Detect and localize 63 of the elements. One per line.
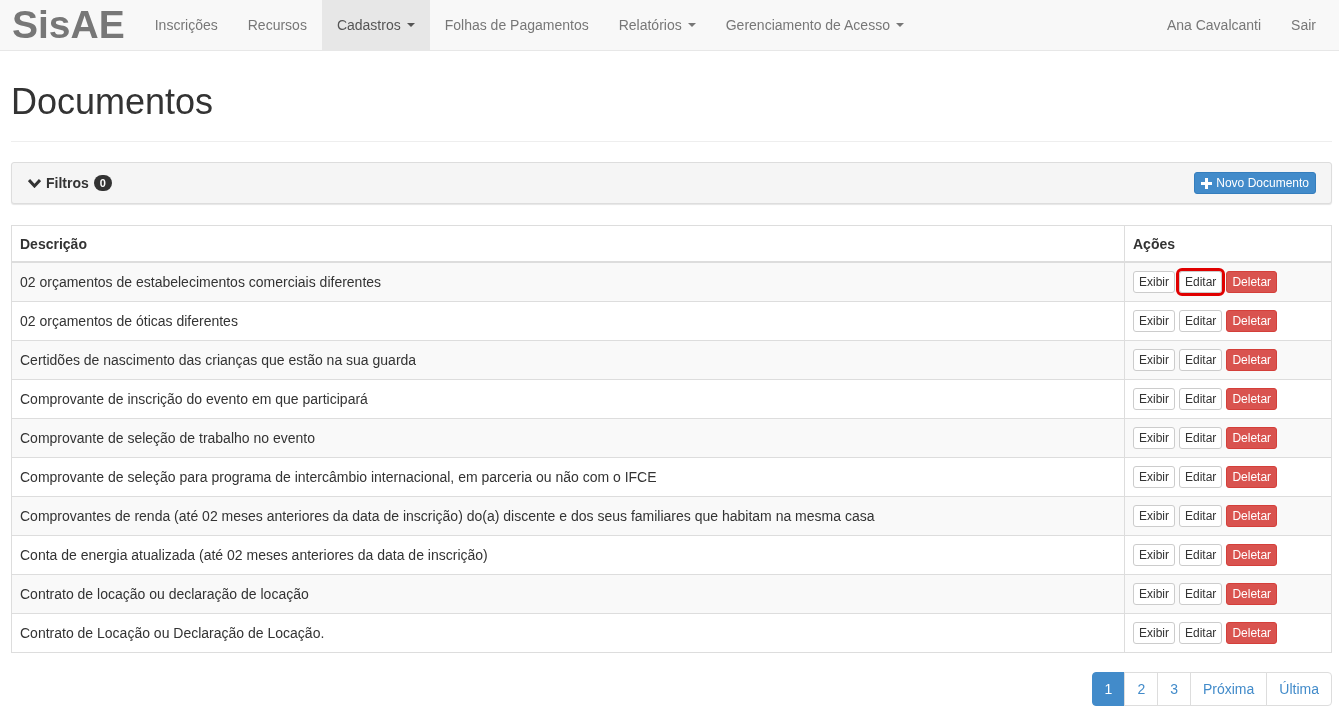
description-cell: Contrato de Locação ou Declaração de Locação. <box>11 613 1125 653</box>
page-title: Documentos <box>11 82 215 122</box>
delete-button[interactable]: Deletar <box>1226 388 1278 410</box>
action-button[interactable]: Editar <box>1179 505 1223 527</box>
description-cell: Contrato de locação ou declaração de locação <box>11 574 1125 614</box>
delete-button[interactable]: Deletar <box>1226 622 1278 644</box>
delete-button[interactable]: Deletar <box>1226 544 1278 566</box>
plus-icon <box>1201 177 1213 189</box>
chevron-icon <box>28 178 41 188</box>
nav-item[interactable]: Gerenciamento de Acesso <box>710 0 919 50</box>
description-cell: Certidões de nascimento das crianças que estão na sua guarda <box>11 340 1125 380</box>
nav-item[interactable]: Relatórios <box>603 0 711 50</box>
page-link[interactable]: Última <box>1266 672 1332 706</box>
page-link[interactable]: Próxima <box>1189 672 1268 706</box>
caret-icon <box>687 23 696 27</box>
nav-item[interactable]: Sair <box>1276 0 1331 50</box>
nav-item[interactable]: Folhas de Pagamentos <box>429 0 604 50</box>
description-cell: Comprovantes de renda (até 02 meses anteriores da data de inscrição) do(a) discente e dos seus familiares que habitam na mesma casa <box>11 496 1125 536</box>
description-cell: Conta de energia atualizada (até 02 meses anteriores da data de inscrição) <box>11 535 1125 575</box>
caret-icon <box>895 23 904 27</box>
delete-button[interactable]: Deletar <box>1226 310 1278 332</box>
action-button[interactable]: Exibir <box>1133 622 1175 644</box>
description-cell: 02 orçamentos de óticas diferentes <box>11 301 1125 341</box>
nav-item[interactable]: Inscrições <box>139 0 233 50</box>
action-button[interactable]: Editar <box>1179 271 1223 293</box>
nav-item[interactable]: Recursos <box>232 0 322 50</box>
action-button[interactable]: Exibir <box>1133 388 1175 410</box>
action-button[interactable]: Exibir <box>1133 271 1175 293</box>
action-button[interactable]: Exibir <box>1133 505 1175 527</box>
action-button[interactable]: Editar <box>1179 349 1223 371</box>
action-button[interactable]: Exibir <box>1133 349 1175 371</box>
count-badge: 0 <box>93 175 112 191</box>
action-button[interactable]: Exibir <box>1133 427 1175 449</box>
action-button[interactable]: Editar <box>1179 427 1223 449</box>
delete-button[interactable]: Deletar <box>1226 505 1278 527</box>
brand-logo[interactable]: SisAE <box>12 0 125 50</box>
action-button[interactable]: Editar <box>1179 388 1223 410</box>
action-button[interactable]: Editar <box>1179 466 1223 488</box>
action-button[interactable]: Editar <box>1179 310 1223 332</box>
filters-toggle[interactable]: Filtros 0 <box>28 175 112 191</box>
nav-item[interactable]: Cadastros <box>321 0 430 50</box>
nav-item[interactable]: Ana Cavalcanti <box>1151 0 1277 50</box>
delete-button[interactable]: Deletar <box>1226 427 1278 449</box>
page-link[interactable]: 3 <box>1157 672 1191 706</box>
action-button[interactable]: Exibir <box>1133 544 1175 566</box>
page-link[interactable]: 2 <box>1124 672 1159 706</box>
new-document-button[interactable]: Novo Documento <box>1194 172 1316 194</box>
delete-button[interactable]: Deletar <box>1226 271 1278 293</box>
action-button[interactable]: Exibir <box>1133 310 1175 332</box>
description-cell: Comprovante de inscrição do evento em que participará <box>11 379 1125 419</box>
action-button[interactable]: Editar <box>1179 544 1223 566</box>
delete-button[interactable]: Deletar <box>1226 583 1278 605</box>
description-cell: Comprovante de seleção de trabalho no evento <box>11 418 1125 458</box>
action-button[interactable]: Editar <box>1179 622 1223 644</box>
caret-icon <box>406 23 415 27</box>
action-button[interactable]: Editar <box>1179 583 1223 605</box>
page-link[interactable]: 1 <box>1091 672 1126 706</box>
delete-button[interactable]: Deletar <box>1226 466 1278 488</box>
description-cell: 02 orçamentos de estabelecimentos comerciais diferentes <box>11 262 1125 302</box>
action-button[interactable]: Exibir <box>1133 583 1175 605</box>
description-cell: Comprovante de seleção para programa de intercâmbio internacional, em parceria ou não com o IFCE <box>11 457 1125 497</box>
action-button[interactable]: Exibir <box>1133 466 1175 488</box>
delete-button[interactable]: Deletar <box>1226 349 1278 371</box>
